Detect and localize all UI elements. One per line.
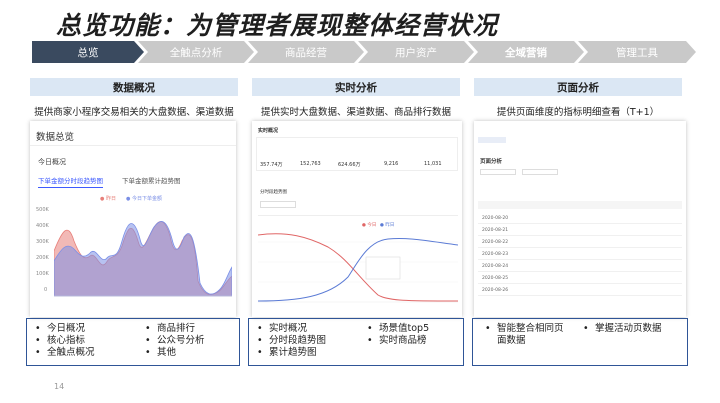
table-row[interactable]: 2020-08-24 — [478, 261, 682, 272]
date-picker[interactable] — [522, 169, 558, 175]
feature-item: 公众号分析 — [145, 335, 204, 346]
row-date: 2020-08-22 — [482, 240, 509, 245]
tab-cumulative-trend[interactable]: 下单金额累计趋势图 — [122, 175, 181, 185]
divider — [30, 145, 236, 146]
table-row[interactable]: 2020-08-23 — [478, 249, 682, 260]
feature-item: 商品排行 — [145, 323, 195, 334]
y-tick: 100K — [36, 271, 49, 277]
feature-nav: 总览 全触点分析 商品经营 用户资产 全域营销 管理工具 — [32, 41, 696, 63]
series-blue-line — [258, 237, 458, 302]
y-tick: 300K — [36, 239, 49, 245]
features-page: 智能整合相同页面数据 掌握活动页数据 — [472, 318, 688, 366]
table-row[interactable]: 2020-08-22 — [478, 237, 682, 248]
nav-step-overview[interactable]: 总览 — [32, 41, 144, 63]
hover-tooltip — [365, 256, 401, 280]
nav-step-product[interactable]: 商品经营 — [248, 41, 364, 63]
y-tick: 500K — [36, 207, 49, 213]
feature-item: 实时商品榜 — [367, 335, 426, 346]
row-date: 2020-08-23 — [482, 252, 509, 257]
feature-item: 场景值top5 — [367, 323, 429, 334]
nav-step-touchpoint[interactable]: 全触点分析 — [138, 41, 254, 63]
screenshot-data-overview: 数据总览 今日概况 下单金额分时段趋势图 下单金额累计趋势图 ● 昨日 ● 今日… — [30, 121, 236, 317]
table-row[interactable]: 2020-08-20 — [478, 213, 682, 224]
date-picker[interactable] — [260, 201, 296, 208]
area-chart — [54, 221, 232, 297]
feature-item: 其他 — [145, 347, 176, 358]
column-header-overview: 数据概况 — [30, 78, 238, 96]
screenshot-title: 数据总览 — [36, 132, 75, 143]
today-overview-label: 今日概况 — [38, 158, 66, 166]
page-analysis-title: 页面分析 — [480, 159, 503, 165]
feature-item: 核心指标 — [35, 335, 85, 346]
breadcrumb — [478, 137, 506, 143]
feature-item: 今日概况 — [35, 323, 85, 334]
metric-value: 624.66万 — [338, 162, 361, 168]
column-desc-overview: 提供商家小程序交易相关的大盘数据、渠道数据 — [34, 107, 234, 118]
feature-item: 智能整合相同页面数据 — [485, 323, 567, 347]
divider — [258, 215, 458, 216]
row-date: 2020-08-24 — [482, 264, 509, 269]
screenshot-realtime: 实时概况 357.74万 152,763 624.66万 9,216 11,03… — [252, 121, 462, 317]
nav-step-users[interactable]: 用户资产 — [358, 41, 474, 63]
table-row[interactable]: 2020-08-26 — [478, 285, 682, 296]
feature-item: 全触点概况 — [35, 347, 94, 358]
feature-item: 掌握活动页数据 — [583, 323, 661, 334]
nav-step-tools[interactable]: 管理工具 — [578, 41, 696, 63]
metric-value: 9,216 — [384, 161, 399, 167]
page-number: 14 — [54, 382, 65, 391]
realtime-line-chart — [258, 233, 458, 303]
features-realtime: 实时概况 分时段趋势图 累计趋势图 场景值top5 实时商品榜 — [248, 318, 464, 366]
row-date: 2020-08-26 — [482, 288, 509, 293]
date-picker[interactable] — [480, 169, 516, 175]
column-header-realtime: 实时分析 — [252, 78, 460, 96]
trend-chart-title: 分时段趋势图 — [260, 190, 287, 195]
realtime-title: 实时概况 — [258, 128, 279, 134]
table-row[interactable]: 2020-08-25 — [478, 273, 682, 284]
table-header — [478, 201, 682, 209]
column-header-page: 页面分析 — [474, 78, 682, 96]
feature-item: 分时段趋势图 — [257, 335, 326, 346]
metric-value: 152,763 — [300, 161, 321, 167]
row-date: 2020-08-21 — [482, 228, 509, 233]
y-tick: 200K — [36, 255, 49, 261]
page-title: 总览功能：为管理者展现整体经营状况 — [56, 11, 499, 40]
series-today-area — [54, 221, 232, 297]
tab-hourly-trend[interactable]: 下单金额分时段趋势图 — [38, 175, 103, 188]
table-row[interactable]: 2020-08-21 — [478, 225, 682, 236]
row-date: 2020-08-20 — [482, 216, 509, 221]
metric-value: 357.74万 — [260, 162, 283, 168]
row-date: 2020-08-25 — [482, 276, 509, 281]
series-red-line — [258, 233, 458, 302]
screenshot-page-analysis: 页面分析 2020-08-20 2020-08-21 2020-08-22 20… — [474, 121, 686, 317]
column-desc-realtime: 提供实时大盘数据、渠道数据、商品排行数据 — [260, 107, 451, 118]
feature-item: 实时概况 — [257, 323, 307, 334]
y-tick: 400K — [36, 223, 49, 229]
feature-item: 累计趋势图 — [257, 347, 316, 358]
nav-step-marketing[interactable]: 全域营销 — [468, 41, 584, 63]
metric-value: 11,031 — [424, 161, 442, 167]
y-tick: 0 — [44, 287, 48, 293]
column-desc-page: 提供页面维度的指标明细查看（T+1） — [496, 107, 660, 118]
features-overview: 今日概况 核心指标 全触点概况 商品排行 公众号分析 其他 — [26, 318, 240, 366]
